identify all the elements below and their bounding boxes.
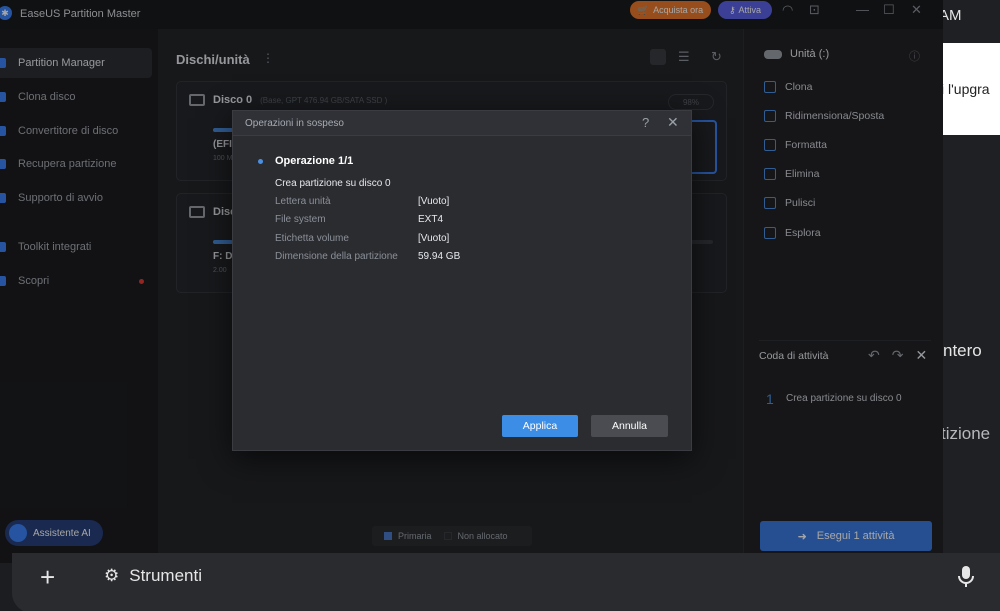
pending-operations-dialog: Operazioni in sospeso ? ✕ Operazione 1/1… [232, 110, 692, 451]
operation-bullet [258, 159, 263, 164]
detail-value: EXT4 [418, 214, 444, 225]
background-text-tizione: tizione [941, 424, 991, 443]
operation-detail-row: File system EXT4 [275, 214, 443, 225]
detail-key: Dimensione della partizione [275, 251, 398, 262]
detail-value: [Vuoto] [418, 196, 450, 207]
operation-description: Crea partizione su disco 0 [275, 178, 391, 189]
dialog-title: Operazioni in sospeso [245, 118, 344, 129]
background-window: AM i l'upgra ntero tizione [939, 0, 1000, 611]
detail-key: Lettera unità [275, 196, 331, 207]
detail-key: File system [275, 214, 326, 225]
background-text-ntero: ntero [943, 341, 982, 360]
cancel-button[interactable]: Annulla [591, 415, 668, 437]
sliders-icon: ⚙ [104, 566, 120, 585]
operation-detail-row: Dimensione della partizione 59.94 GB [275, 251, 460, 262]
apply-button[interactable]: Applica [502, 415, 578, 437]
microphone-icon[interactable] [958, 566, 974, 593]
operation-detail-row: Lettera unità [Vuoto] [275, 196, 449, 207]
operation-title: Operazione 1/1 [275, 155, 354, 167]
dialog-header: Operazioni in sospeso ? ✕ [233, 111, 691, 136]
tools-button[interactable]: ⚙ Strumenti [104, 566, 202, 586]
detail-key: Etichetta volume [275, 233, 349, 244]
detail-value: 59.94 GB [418, 251, 461, 262]
operation-detail-row: Etichetta volume [Vuoto] [275, 233, 449, 244]
plus-icon[interactable]: + [40, 564, 55, 590]
close-icon[interactable]: ✕ [667, 114, 679, 131]
help-icon[interactable]: ? [642, 115, 649, 130]
detail-value: [Vuoto] [418, 233, 450, 244]
background-upgrade-text: i l'upgra [941, 76, 1000, 104]
tools-label: Strumenti [129, 566, 202, 585]
